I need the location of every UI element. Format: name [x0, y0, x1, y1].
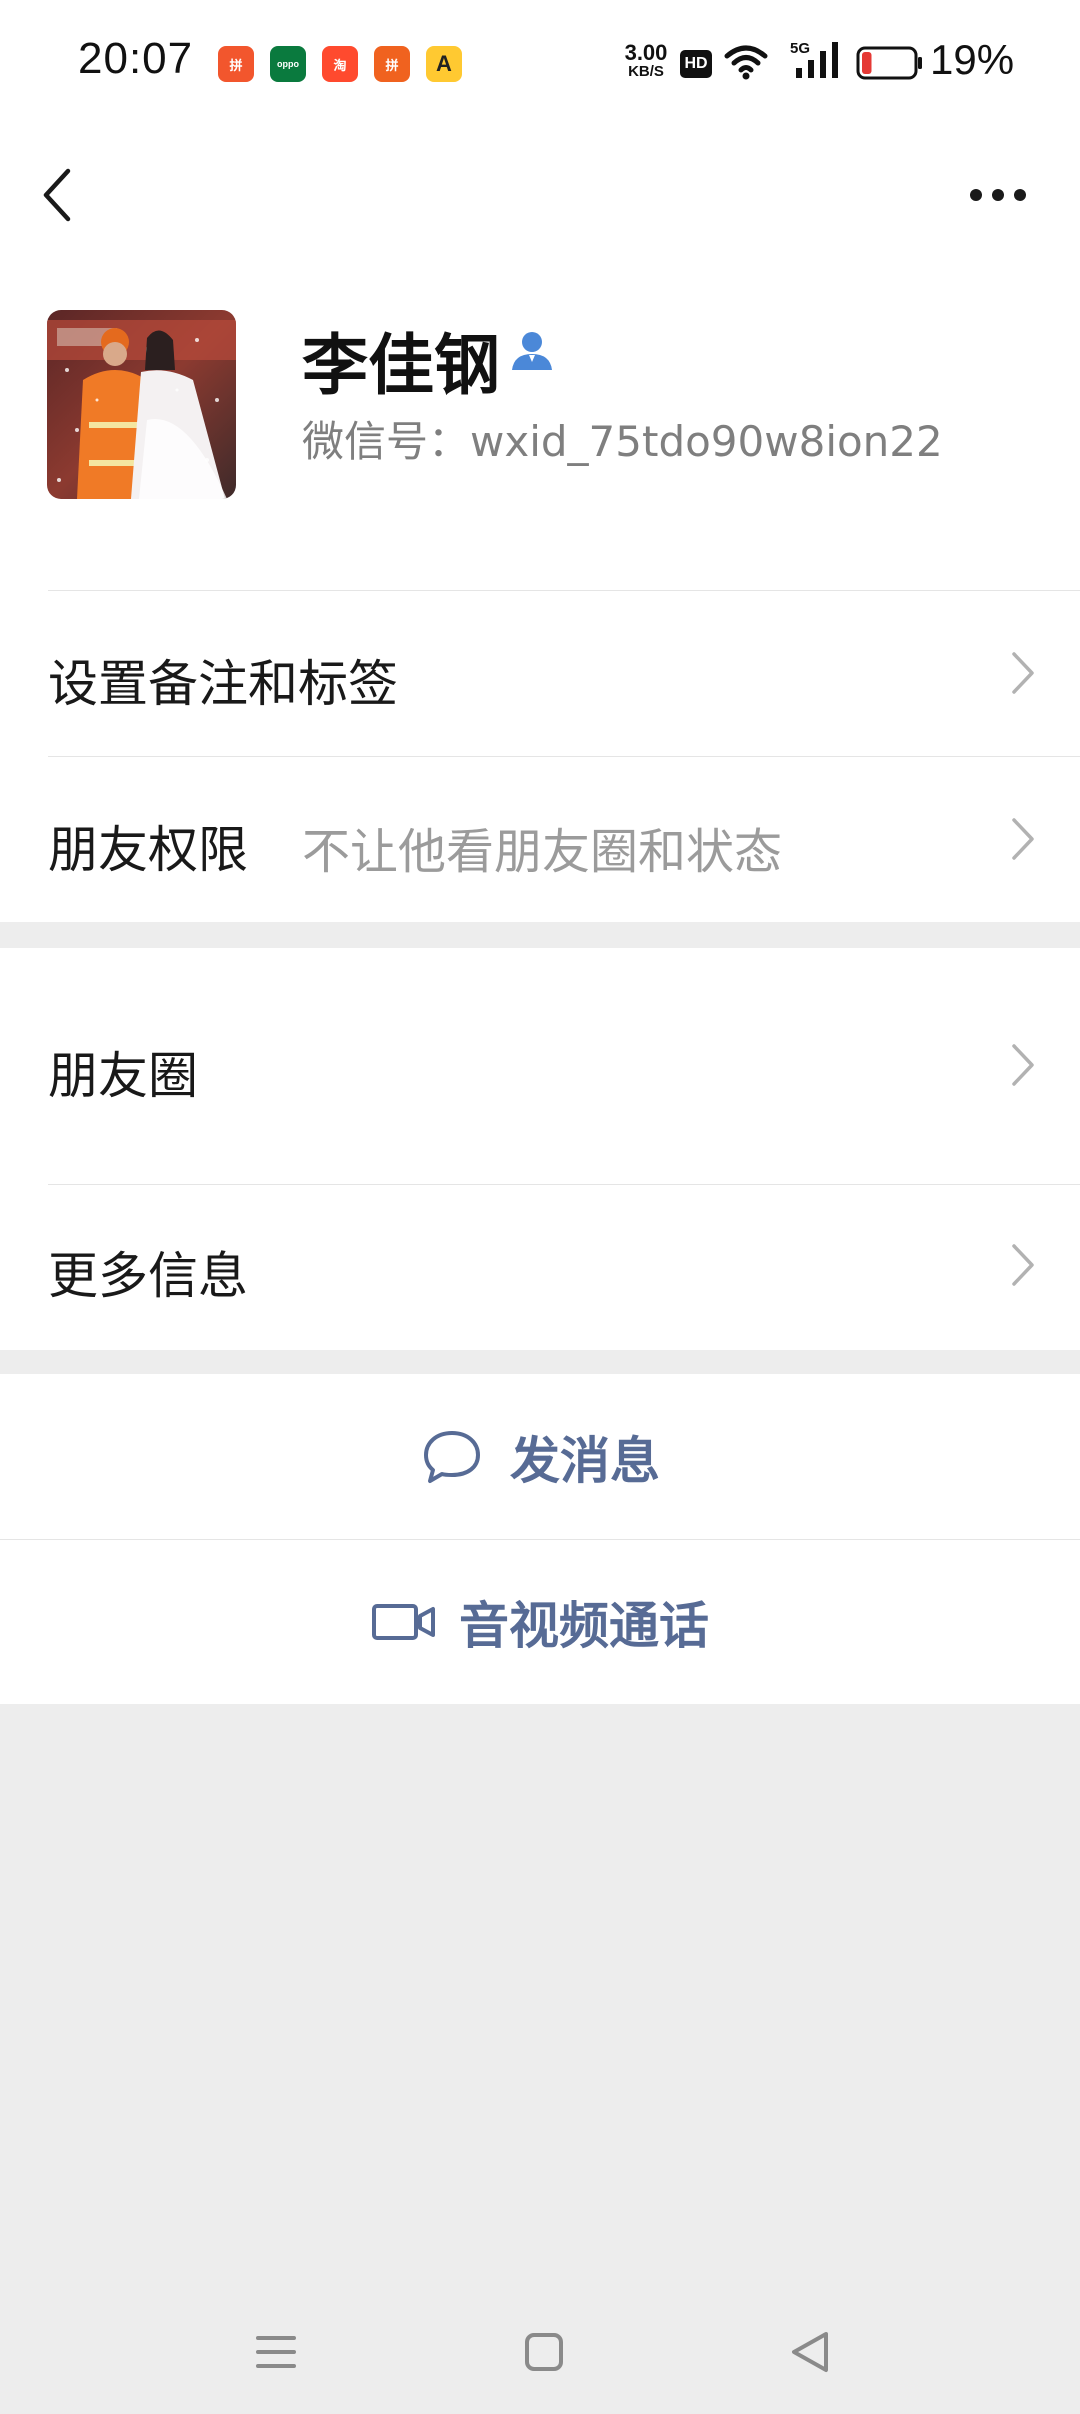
moments-label: 朋友圈 [48, 1047, 198, 1105]
avatar-photo [47, 310, 236, 499]
system-back-button[interactable] [782, 2324, 838, 2380]
pinduoduo-app-icon: 拼 [218, 46, 254, 82]
pinduoduo-app-icon: 拼 [374, 46, 410, 82]
send-message-label: 发消息 [510, 1431, 660, 1490]
more-dots-icon [970, 189, 1026, 201]
hd-badge: HD [680, 50, 712, 78]
wifi-icon [724, 45, 768, 80]
wechat-id[interactable]: 微信号：wxid_75tdo90w8ion22 [302, 408, 943, 469]
battery-percent: 19% [930, 36, 1015, 83]
chevron-right-icon [1012, 1244, 1034, 1286]
more-info-row[interactable]: 更多信息 [0, 1184, 1080, 1350]
oppo-app-icon: oppo [270, 46, 306, 82]
moments-row[interactable]: 朋友圈 [0, 948, 1080, 1184]
more-button[interactable] [960, 177, 1036, 213]
menu-lines-icon [256, 2336, 296, 2368]
back-button[interactable] [34, 163, 82, 227]
network-speed-value: 3.00 [624, 40, 668, 65]
chevron-left-icon [43, 168, 71, 222]
network-speed: 3.00 KB/S [618, 40, 674, 80]
chat-bubble-icon [424, 1430, 480, 1483]
avatar[interactable] [47, 310, 236, 499]
divider [48, 756, 1080, 757]
video-camera-icon [372, 1603, 435, 1640]
friend-permission-row[interactable]: 朋友权限 不让他看朋友圈和状态 [0, 756, 1080, 922]
cellular-signal: 5G [790, 40, 842, 80]
more-info-label: 更多信息 [48, 1247, 248, 1305]
contact-name: 李佳钢 [302, 327, 500, 404]
send-message-button[interactable]: 发消息 [0, 1374, 1080, 1539]
profile-header: 李佳钢 微信号：wxid_75tdo90w8ion22 [0, 260, 1080, 590]
remark-tags-row[interactable]: 设置备注和标签 [0, 590, 1080, 756]
remark-tags-label: 设置备注和标签 [48, 655, 398, 713]
divider [48, 1184, 1080, 1185]
home-button[interactable] [516, 2324, 572, 2380]
chevron-right-icon [1012, 652, 1034, 694]
recent-apps-button[interactable] [248, 2324, 304, 2380]
signal-bars-icon [796, 42, 838, 78]
nav-bar [0, 125, 1080, 260]
square-icon [525, 2333, 563, 2371]
chevron-right-icon [1012, 1044, 1034, 1086]
friend-permission-label: 朋友权限 [48, 821, 248, 879]
amap-app-icon: A [426, 46, 462, 82]
video-call-label: 音视频通话 [459, 1596, 709, 1655]
friend-permission-value: 不让他看朋友圈和状态 [302, 824, 783, 880]
settings-group: 设置备注和标签 朋友权限 不让他看朋友圈和状态 [0, 590, 1080, 922]
system-navigation-bar [0, 2290, 1080, 2414]
battery-icon [856, 46, 922, 80]
info-group: 朋友圈 更多信息 [0, 948, 1080, 1350]
status-bar: 20:07 拼 oppo 淘拼 A 3.00 KB/S HD 5G 19% [0, 0, 1080, 125]
triangle-back-icon [792, 2332, 828, 2372]
status-time: 20:07 [78, 34, 194, 83]
chevron-right-icon [1012, 818, 1034, 860]
person-icon [512, 332, 552, 370]
network-speed-unit: KB/S [628, 63, 664, 80]
divider [48, 590, 1080, 591]
video-call-button[interactable]: 音视频通话 [0, 1539, 1080, 1704]
taobao-app-icon: 淘 [322, 46, 358, 82]
